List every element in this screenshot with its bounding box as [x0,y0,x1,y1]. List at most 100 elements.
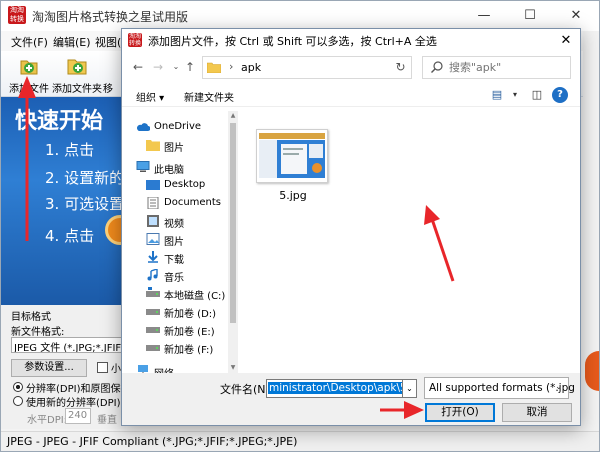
tree-item-music[interactable]: 音乐 [122,267,228,285]
view-options-icon[interactable]: ▤ [488,87,506,103]
filetype-value: All supported formats (*.jpg [429,382,575,394]
forward-arrow-icon[interactable]: → [150,59,166,75]
up-arrow-icon[interactable]: ↑ [182,59,198,75]
new-format-label: 新文件格式: [11,327,65,338]
menu-file[interactable]: 文件(F) [11,34,48,50]
dialog-titlebar: 淘淘 转换 添加图片文件，按 Ctrl 或 Shift 可以多选，按 Ctrl+A… [122,29,580,52]
radio-keep-dpi-label: 分辨率(DPI)和原图保持 [26,384,131,395]
music-icon [147,269,158,281]
help-icon[interactable]: ? [552,87,568,103]
tree-label: 新加卷 (F:) [164,345,214,356]
dialog-logo-icon: 淘淘 转换 [128,33,142,47]
banner-step-2: 2. 设置新的 [45,169,125,187]
drive-icon [146,327,160,333]
open-file-dialog: 淘淘 转换 添加图片文件，按 Ctrl 或 Shift 可以多选，按 Ctrl+A… [121,28,581,426]
refresh-button[interactable]: ↻ [390,56,412,79]
status-bar: JPEG - JPEG - JFIF Compliant (*.JPG;*.JF… [1,431,599,451]
cloud-icon [137,123,150,131]
radio-new-dpi[interactable] [13,396,23,406]
move-button[interactable]: 移 [103,53,123,95]
checkbox[interactable] [97,362,108,373]
radio-keep-dpi[interactable] [13,382,23,392]
dialog-command-bar: 组织 ▾ 新建文件夹 ▤ ▾ ◫ ? [122,85,580,107]
tree-label: 图片 [164,237,184,248]
tree-label: 新加卷 (D:) [164,309,217,320]
maximize-icon[interactable]: ☐ [507,1,553,31]
close-icon[interactable]: ✕ [553,1,599,31]
documents-icon [147,197,159,209]
tree-item-network[interactable]: 网络 [122,363,228,373]
refresh-icon: ↻ [395,60,406,74]
tree-item-this-pc[interactable]: 此电脑 [122,159,228,177]
tree-item-drive-e[interactable]: 新加卷 (E:) [122,321,228,339]
dialog-close-icon[interactable]: ✕ [552,29,580,52]
tree-item-documents[interactable]: Documents [122,195,228,213]
view-dropdown-icon[interactable]: ▾ [506,87,524,103]
menu-view[interactable]: 视图( [95,34,121,50]
dialog-navbar: ← → ⌄ ↑ › apk ⌄ ↻ [122,53,580,83]
search-icon [431,61,443,73]
filetype-select[interactable]: All supported formats (*.jpg ⌄ [424,377,575,399]
scrollbar-thumb[interactable] [230,123,236,323]
annotation-arrow-file [424,205,455,282]
menu-edit[interactable]: 编辑(E) [53,34,91,50]
app-titlebar: 淘淘 转换 淘淘图片格式转换之星试用版 — ☐ ✕ [1,1,599,31]
navigation-pane: OneDrive 图片 此电脑 Desktop Documents 视频 图片 [122,111,228,373]
tree-label: 视频 [164,219,184,230]
tree-label: 此电脑 [154,165,184,176]
navigation-scrollbar[interactable]: ▲ ▼ [228,111,238,373]
organize-menu[interactable]: 组织 ▾ [136,89,164,104]
tree-item-pictures[interactable]: 图片 [122,231,228,249]
annotation-arrow-open [380,401,424,419]
back-arrow-icon[interactable]: ← [130,59,146,75]
filename-value: ministrator\Desktop\apk\5.jpg [268,382,402,394]
drive-icon [146,309,160,315]
tree-label: 下载 [164,255,184,266]
preview-pane-icon[interactable]: ◫ [528,87,546,103]
scroll-down-icon[interactable]: ▼ [228,363,238,373]
settings-panel: 目标格式 新文件格式: JPEG 文件 (*.JPG;*.JFIF;* 参数设置… [1,305,130,429]
download-icon [148,251,158,263]
computer-icon [136,161,150,172]
open-button[interactable]: 打开(O) [425,403,495,422]
cancel-button[interactable]: 取消 [502,403,572,422]
network-icon [138,365,148,373]
drive-icon [146,345,160,351]
file-name: 5.jpg [279,189,307,202]
dpi-h-input[interactable]: 240 [65,408,91,424]
add-folder-button[interactable]: 添加文件夹 [52,53,102,95]
tree-item-downloads[interactable]: 下载 [122,249,228,267]
app-right-edge [583,31,599,429]
scroll-up-icon[interactable]: ▲ [228,111,238,121]
params-button[interactable]: 参数设置... [11,359,87,377]
tree-item-drive-d[interactable]: 新加卷 (D:) [122,303,228,321]
move-label: 移 [103,84,113,95]
video-icon [147,215,159,227]
dialog-bottom-bar: 文件名(N): ministrator\Desktop\apk\5.jpg ⌄ … [122,373,580,425]
tree-item-videos[interactable]: 视频 [122,213,228,231]
search-box[interactable] [422,56,571,79]
tree-item-onedrive[interactable]: OneDrive [122,119,228,137]
address-bar[interactable]: › apk ⌄ [202,56,461,79]
search-input[interactable] [449,60,567,75]
dpi-h-label: 水平DPI: [27,415,68,426]
tree-item-desktop[interactable]: Desktop [122,177,228,195]
add-folder-label: 添加文件夹 [52,84,102,95]
tree-item-pictures-onedrive[interactable]: 图片 [122,137,228,155]
checkbox-label: 小 [111,364,121,375]
file-item[interactable]: 5.jpg [254,125,332,209]
dialog-title: 添加图片文件，按 Ctrl 或 Shift 可以多选，按 Ctrl+A 全选 [148,35,437,48]
file-list: 5.jpg [240,111,580,373]
tree-label: 新加卷 (E:) [164,327,215,338]
convert-orb-icon [585,351,599,391]
breadcrumb-apk[interactable]: apk [241,61,261,74]
breadcrumb-separator-icon: › [229,60,234,73]
minimize-icon[interactable]: — [461,1,507,31]
filetype-dropdown-icon: ⌄ [555,382,563,392]
banner-step-4: 4. 点击 [45,227,95,245]
tree-item-drive-c[interactable]: 本地磁盘 (C:) [122,285,228,303]
radio-new-dpi-label: 使用新的分辨率(DPI): [26,398,124,409]
format-select[interactable]: JPEG 文件 (*.JPG;*.JFIF;* [11,337,126,353]
tree-item-drive-f[interactable]: 新加卷 (F:) [122,339,228,357]
new-folder-button[interactable]: 新建文件夹 [184,89,234,104]
